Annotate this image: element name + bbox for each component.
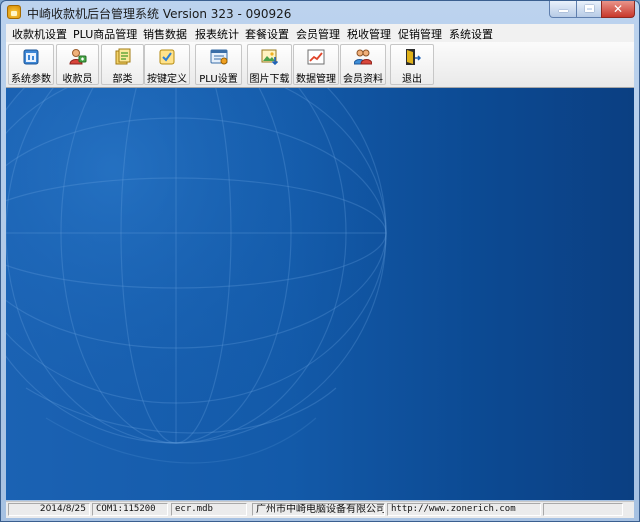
app-window: 中崎收款机后台管理系统 Version 323 - 090926 ✕ 收款机设置…: [0, 0, 640, 522]
menu-member-management[interactable]: 会员管理: [296, 26, 340, 42]
menu-promotion-management[interactable]: 促销管理: [398, 26, 442, 42]
tool-label: 按键定义: [147, 74, 187, 85]
menu-pos-settings[interactable]: 收款机设置: [12, 26, 67, 42]
close-button[interactable]: ✕: [601, 1, 635, 18]
status-com-port: COM1:115200: [92, 503, 168, 516]
minimize-button[interactable]: [549, 1, 577, 18]
menu-system-settings[interactable]: 系统设置: [449, 26, 493, 42]
tool-key-define-button[interactable]: 按键定义: [144, 44, 190, 85]
tool-label: 会员资料: [343, 74, 383, 85]
tool-label: 系统参数: [11, 74, 51, 85]
status-company: 广州市中崎电脑设备有限公司: [252, 503, 385, 516]
app-logo-icon: [7, 5, 21, 19]
tool-label: PLU设置: [199, 74, 238, 85]
tool-data-management-button[interactable]: 数据管理: [293, 44, 339, 85]
menu-plu-management[interactable]: PLU商品管理: [73, 26, 137, 42]
menu-combo-settings[interactable]: 套餐设置: [245, 26, 289, 42]
category-icon: [115, 48, 130, 65]
title-bar[interactable]: 中崎收款机后台管理系统 Version 323 - 090926 ✕: [1, 1, 639, 23]
tool-label: 部类: [112, 74, 133, 85]
globe-watermark-image: [6, 88, 387, 464]
tool-label: 收款员: [62, 74, 93, 85]
members-icon: [354, 49, 372, 65]
status-database: ecr.mdb: [171, 503, 247, 516]
tool-label: 数据管理: [296, 74, 336, 85]
menu-tax-management[interactable]: 税收管理: [347, 26, 391, 42]
key-define-icon: [159, 49, 175, 65]
status-date: 2014/8/25: [8, 503, 90, 516]
settings-icon: [23, 49, 39, 65]
status-website: http://www.zonerich.com: [387, 503, 541, 516]
maximize-button[interactable]: [576, 1, 602, 18]
plu-settings-icon: [210, 49, 227, 65]
tool-plu-settings-button[interactable]: PLU设置: [195, 44, 242, 85]
menu-sales-data[interactable]: 销售数据: [143, 26, 187, 42]
maximize-icon: [585, 5, 594, 12]
tool-member-info-button[interactable]: 会员资料: [340, 44, 386, 85]
chart-icon: [307, 49, 325, 65]
close-icon: ✕: [612, 2, 624, 16]
status-bar: 2014/8/25 COM1:115200 ecr.mdb 广州市中崎电脑设备有…: [6, 501, 634, 518]
tool-exit-button[interactable]: 退出: [390, 44, 434, 85]
tool-cashier-button[interactable]: 收款员: [56, 44, 99, 85]
tool-system-params-button[interactable]: 系统参数: [8, 44, 54, 85]
workspace-background: [6, 88, 634, 500]
exit-door-icon: [406, 49, 421, 65]
tool-category-button[interactable]: 部类: [101, 44, 144, 85]
minimize-icon: [559, 10, 568, 12]
toolbar: 系统参数 收款员 部类 按键定义 PLU设置 图片下载 数据管理 会员资料 退出: [6, 42, 634, 88]
image-download-icon: [261, 49, 278, 66]
window-title: 中崎收款机后台管理系统 Version 323 - 090926: [27, 7, 292, 21]
tool-label: 图片下载: [249, 74, 290, 85]
menu-reports[interactable]: 报表统计: [195, 26, 239, 42]
cashier-icon: [68, 49, 86, 65]
tool-image-download-button[interactable]: 图片下载: [247, 44, 292, 85]
status-empty-panel: [543, 503, 623, 516]
tool-label: 退出: [402, 74, 422, 85]
menu-bar: 收款机设置 PLU商品管理 销售数据 报表统计 套餐设置 会员管理 税收管理 促…: [6, 24, 634, 43]
